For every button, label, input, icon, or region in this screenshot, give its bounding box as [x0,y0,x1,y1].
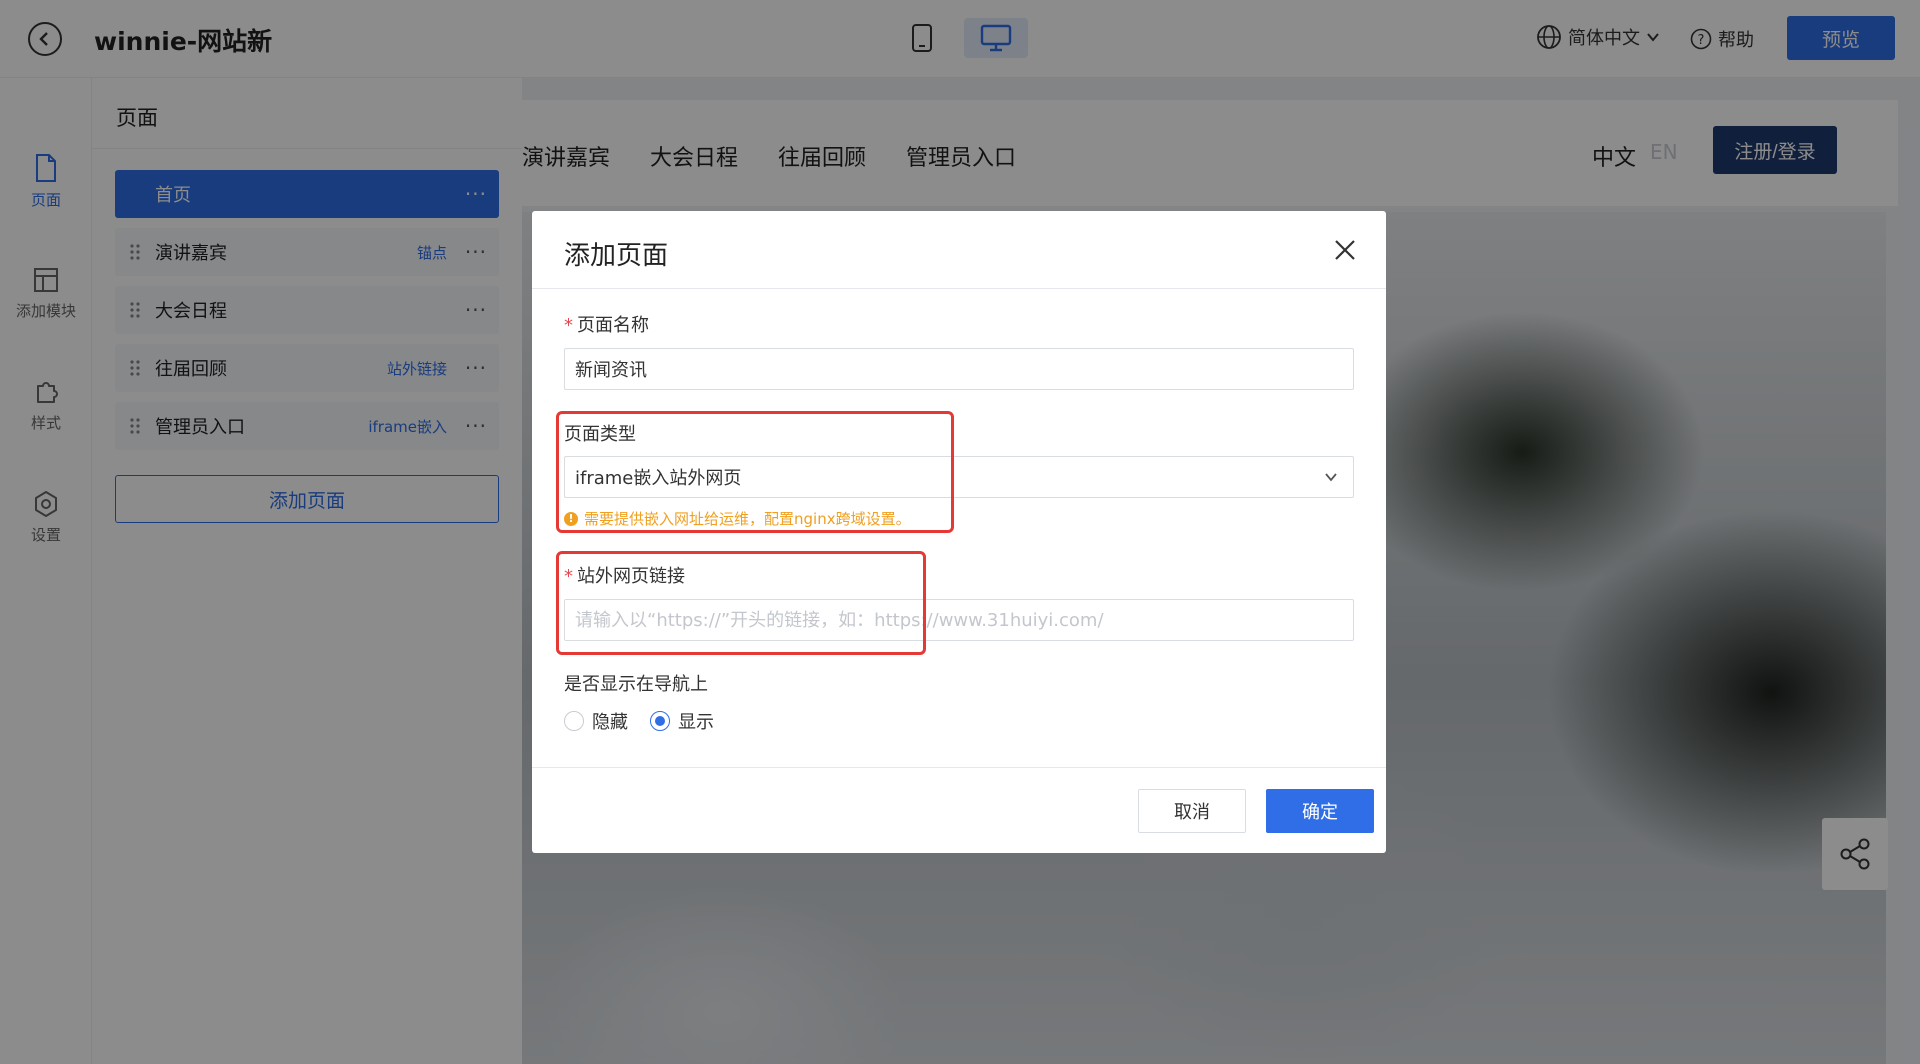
dialog-title: 添加页面 [564,241,669,271]
dialog-header: 添加页面 [532,211,1386,289]
radio-hide[interactable] [564,711,584,731]
nav-display-label: 是否显示在导航上 [564,674,708,695]
radio-hide-label[interactable]: 隐藏 [592,708,628,734]
highlight-box-external-link [556,551,926,655]
radio-show[interactable] [650,711,670,731]
close-icon[interactable] [1332,237,1358,263]
chevron-down-icon [1325,473,1337,482]
required-mark: * [564,315,573,336]
dialog-footer-divider [532,767,1386,768]
highlight-box-page-type [556,411,954,533]
page-name-input[interactable] [564,348,1354,390]
confirm-button[interactable]: 确定 [1266,789,1374,833]
radio-show-label[interactable]: 显示 [678,708,714,734]
page-name-label: * 页面名称 [564,311,649,337]
cancel-button[interactable]: 取消 [1138,789,1246,833]
page-name-label-text: 页面名称 [577,315,649,336]
nav-display-radio-group: 隐藏 显示 [564,708,714,734]
